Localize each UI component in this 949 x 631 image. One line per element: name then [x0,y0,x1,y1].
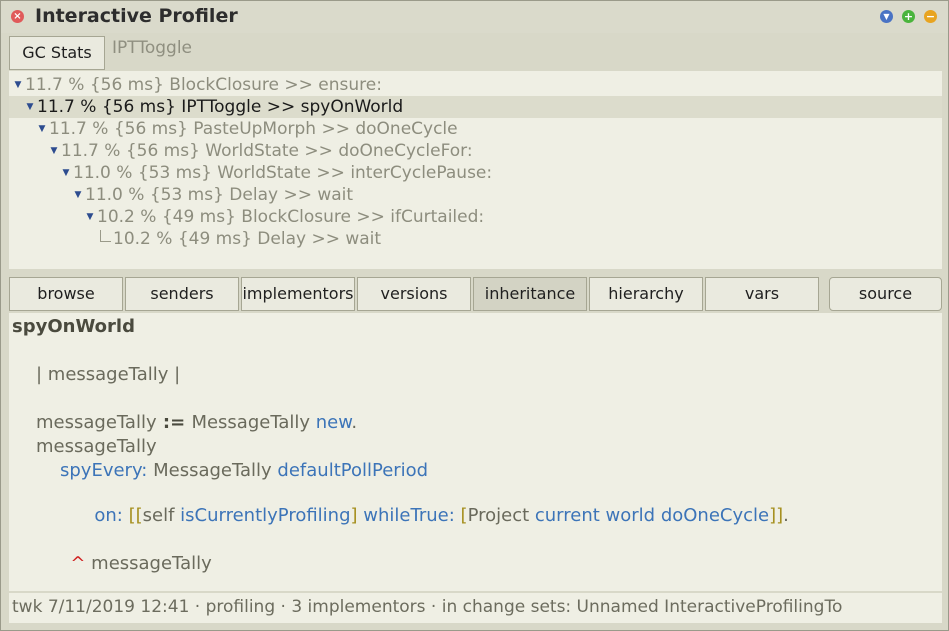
window-menu-icon[interactable]: − [924,10,937,23]
tree-row-label: 11.7 % {56 ms} PasteUpMorph >> doOneCycl… [49,119,458,139]
tree-row[interactable]: ▼ 11.0 % {53 ms} Delay >> wait [9,184,942,206]
code-line: messageTally [36,436,157,457]
tree-row[interactable]: ▼ 11.7 % {56 ms} BlockClosure >> ensure: [9,74,942,96]
ipt-toggle[interactable]: IPTToggle [112,38,192,58]
tree-row-label: 11.7 % {56 ms} IPTToggle >> spyOnWorld [37,97,404,117]
expand-arrow-icon[interactable]: ▼ [25,96,35,118]
inheritance-button[interactable]: inheritance [473,277,587,311]
tree-row[interactable]: ▼ 11.7 % {56 ms} WorldState >> doOneCycle… [9,140,942,162]
code-token: messageTally [85,553,212,574]
code-line: ^ messageTally [36,532,212,591]
expand-arrow-icon[interactable]: ▼ [13,74,23,96]
tree-row-label: 10.2 % {49 ms} Delay >> wait [113,229,382,249]
tree-row-selected[interactable]: ▼ 11.7 % {56 ms} IPTToggle >> spyOnWorld [9,96,942,118]
code-token: MessageTally [147,460,278,481]
window-title: Interactive Profiler [35,5,238,27]
senders-button[interactable]: senders [125,277,239,311]
close-icon[interactable]: × [11,10,24,23]
tree-row-label: 11.7 % {56 ms} WorldState >> doOneCycleF… [61,141,473,161]
tree-row[interactable]: ▼ 11.0 % {53 ms} WorldState >> interCycle… [9,162,942,184]
code-token: MessageTally [191,412,311,433]
tree-row[interactable]: 10.2 % {49 ms} Delay >> wait [9,228,942,250]
code-token: whileTrue: [363,505,455,526]
expand-icon[interactable]: + [902,10,915,23]
tree-row-label: 11.0 % {53 ms} Delay >> wait [85,185,354,205]
code-line: | messageTally | [36,364,181,385]
code-token: self [142,505,181,526]
browse-button[interactable]: browse [9,277,123,311]
vars-button[interactable]: vars [705,277,819,311]
code-bracket: ] [350,505,358,526]
tree-row[interactable]: ▼ 10.2 % {49 ms} BlockClosure >> ifCurtai… [9,206,942,228]
tally-tree[interactable]: ▼ 11.7 % {56 ms} BlockClosure >> ensure: … [9,71,942,269]
code-token: . [783,505,789,526]
code-token: . [351,412,358,433]
title-bar[interactable]: × Interactive Profiler ▼ + − [1,1,948,33]
code-pane[interactable]: spyOnWorld | messageTally | messageTally… [9,313,942,591]
profiler-toolbar: GC Stats IPTToggle [9,36,942,70]
code-token: spyEvery: [60,460,148,481]
code-token: current world doOneCycle [534,505,770,526]
gc-stats-button[interactable]: GC Stats [9,36,105,70]
expand-arrow-icon[interactable]: ▼ [49,140,59,162]
code-line: spyEvery: MessageTally defaultPollPeriod [60,460,428,481]
method-selector: spyOnWorld [12,316,135,337]
source-button[interactable]: source [829,277,942,311]
hierarchy-button[interactable]: hierarchy [589,277,703,311]
profiler-window: × Interactive Profiler ▼ + − GC Stats IP… [0,0,949,631]
return-caret: ^ [70,553,86,574]
expand-arrow-icon[interactable]: ▼ [37,118,47,140]
code-token: new [315,412,352,433]
code-bracket: ]] [769,505,784,526]
tree-row-label: 11.0 % {53 ms} WorldState >> interCycleP… [73,163,493,183]
tree-leaf-connector [100,230,111,242]
code-token: isCurrentlyProfiling [180,505,351,526]
expand-arrow-icon[interactable]: ▼ [61,162,71,184]
code-token: defaultPollPeriod [277,460,429,481]
versions-button[interactable]: versions [357,277,471,311]
code-line: messageTally := MessageTally new. [36,412,357,433]
implementors-button[interactable]: implementors [241,277,355,311]
code-token: Project [467,505,535,526]
status-bar: twk 7/11/2019 12:41 · profiling · 3 impl… [9,593,942,623]
browser-button-bar: browse senders implementors versions inh… [9,277,942,311]
expand-arrow-icon[interactable]: ▼ [85,206,95,228]
expand-arrow-icon[interactable]: ▼ [73,184,83,206]
code-bracket: [ [460,505,468,526]
collapse-icon[interactable]: ▼ [880,10,893,23]
code-bracket: [[ [128,505,143,526]
code-token: := [156,412,192,433]
code-token: on: [94,505,123,526]
code-token: messageTally [36,412,157,433]
tree-row-label: 10.2 % {49 ms} BlockClosure >> ifCurtail… [97,207,485,227]
tree-row[interactable]: ▼ 11.7 % {56 ms} PasteUpMorph >> doOneCyc… [9,118,942,140]
tree-row-label: 11.7 % {56 ms} BlockClosure >> ensure: [25,75,382,95]
